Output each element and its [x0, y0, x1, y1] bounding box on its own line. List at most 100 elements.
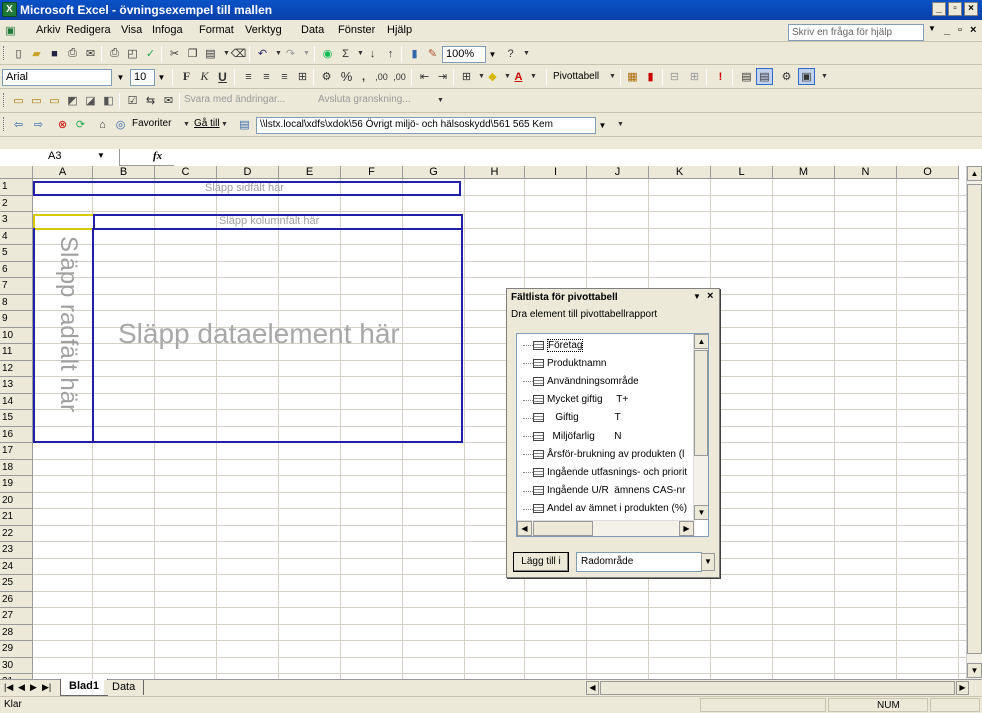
sort-descending-icon[interactable]: ↑ — [382, 45, 399, 62]
print-preview-icon[interactable]: ◰ — [124, 45, 141, 62]
row-header-5[interactable]: 5 — [0, 245, 33, 262]
column-header-m[interactable]: M — [773, 166, 835, 179]
drawing-icon[interactable]: ✎ — [424, 45, 441, 62]
new-comment-icon[interactable]: ▭ — [10, 92, 27, 109]
field-list-toggle-icon[interactable]: ▤ — [756, 68, 773, 85]
refresh-data-icon[interactable]: ! — [712, 68, 729, 85]
field-item[interactable]: Produktnamn — [523, 354, 606, 372]
field-item[interactable]: Miljöfarlig N — [523, 427, 621, 445]
font-dropdown-icon[interactable]: ▼ — [114, 69, 127, 86]
pivot-table-menu[interactable]: Pivottabell — [553, 71, 599, 82]
search-web-icon[interactable]: ◎ — [112, 116, 129, 133]
refresh-icon[interactable]: ⟳ — [72, 116, 89, 133]
column-header-h[interactable]: H — [465, 166, 525, 179]
field-list-box[interactable]: Företag Produktnamn Användningsområde Mycke… — [516, 333, 709, 537]
favorites-dropdown-icon[interactable]: ▼ — [178, 116, 195, 133]
menu-arkiv[interactable]: Arkiv — [36, 24, 60, 36]
pivot-chart-icon[interactable]: ▮ — [642, 68, 659, 85]
favorites-menu[interactable]: Favoriter — [132, 118, 171, 129]
send-icon[interactable]: ✉ — [160, 92, 177, 109]
first-sheet-icon[interactable]: |◀ — [4, 682, 13, 693]
row-header-2[interactable]: 2 — [0, 195, 33, 212]
open-icon[interactable]: ▰ — [28, 45, 45, 62]
scroll-up-icon[interactable]: ▲ — [967, 166, 982, 181]
field-item[interactable]: Ingående utfasnings- och priorit — [523, 463, 687, 481]
row-header-27[interactable]: 27 — [0, 608, 33, 625]
row-header-29[interactable]: 29 — [0, 641, 33, 658]
hscroll-left-icon[interactable]: ◀ — [586, 681, 599, 695]
hyperlink-icon[interactable]: ◉ — [319, 45, 336, 62]
column-header-a[interactable]: A — [33, 166, 93, 179]
page-field-drop-area[interactable]: Släpp sidfält här — [33, 181, 461, 196]
next-comment-icon[interactable]: ▭ — [46, 92, 63, 109]
close-button[interactable]: × — [964, 2, 978, 16]
help-search-input[interactable]: Skriv en fråga för hjälp — [788, 24, 924, 41]
home-icon[interactable]: ⌂ — [94, 116, 111, 133]
field-item[interactable]: Ingående U/R ämnens CAS-nr — [523, 482, 685, 500]
row-header-7[interactable]: 7 — [0, 278, 33, 295]
field-item[interactable]: Giftig T — [523, 409, 621, 427]
comma-style-button[interactable]: , — [355, 68, 372, 85]
back-icon[interactable]: ⇦ — [10, 116, 27, 133]
goto-dropdown-icon[interactable]: ▼ — [216, 116, 233, 133]
panel-menu-icon[interactable]: ▼ — [693, 292, 701, 301]
next-sheet-icon[interactable]: ▶ — [30, 682, 37, 693]
column-header-e[interactable]: E — [279, 166, 341, 179]
show-comment-icon[interactable]: ◩ — [64, 92, 81, 109]
underline-button[interactable]: U — [214, 68, 231, 85]
hide-detail-icon[interactable]: ⊟ — [666, 68, 683, 85]
table-options-icon[interactable]: ▤ — [738, 68, 755, 85]
menu-redigera[interactable]: Redigera — [66, 24, 111, 36]
row-header-4[interactable]: 4 — [0, 228, 33, 245]
format-report-icon[interactable]: ▦ — [624, 68, 641, 85]
task-icon[interactable]: ☑ — [124, 92, 141, 109]
zoom-field[interactable]: 100% — [442, 46, 486, 63]
menu-visa[interactable]: Visa — [121, 24, 142, 36]
data-drop-area[interactable]: Släpp dataelement här — [92, 228, 463, 443]
sheet-tab-blad1[interactable]: Blad1 — [60, 679, 108, 696]
hscroll-thumb[interactable] — [600, 681, 955, 695]
field-scroll-right-icon[interactable]: ▶ — [679, 521, 694, 536]
web-options-dropdown-icon[interactable]: ▼ — [612, 116, 629, 133]
font-size-dropdown-icon[interactable]: ▼ — [155, 69, 168, 86]
scroll-down-icon[interactable]: ▼ — [967, 663, 982, 678]
add-to-button[interactable]: Lägg till i — [513, 552, 569, 572]
new-icon[interactable]: ▯ — [10, 45, 27, 62]
reply-with-changes-button[interactable]: Svara med ändringar... — [184, 94, 285, 105]
formula-input[interactable] — [174, 149, 982, 166]
panel-close-icon[interactable]: × — [707, 290, 713, 302]
show-detail-icon[interactable]: ⊞ — [686, 68, 703, 85]
column-header-k[interactable]: K — [649, 166, 711, 179]
field-scroll-down-icon[interactable]: ▼ — [694, 505, 708, 520]
row-field-drop-area[interactable]: Släpp radfält här — [33, 228, 94, 443]
field-scroll-thumb[interactable] — [694, 350, 708, 456]
row-header-26[interactable]: 26 — [0, 591, 33, 608]
end-review-button[interactable]: Avsluta granskning... — [318, 94, 411, 105]
row-header-13[interactable]: 13 — [0, 377, 33, 394]
align-right-icon[interactable]: ≡ — [276, 68, 293, 85]
field-scroll-up-icon[interactable]: ▲ — [694, 334, 708, 349]
row-header-18[interactable]: 18 — [0, 459, 33, 476]
row-header-8[interactable]: 8 — [0, 294, 33, 311]
doc-restore-button[interactable]: ▫ — [958, 24, 962, 36]
row-header-12[interactable]: 12 — [0, 360, 33, 377]
menu-verktyg[interactable]: Verktyg — [245, 24, 282, 36]
toolbar-options-icon[interactable]: ▼ — [518, 45, 535, 62]
undo-icon[interactable]: ↶ — [254, 45, 271, 62]
permission-icon[interactable]: ⎙ — [64, 45, 81, 62]
address-dropdown-icon[interactable]: ▼ — [596, 117, 609, 134]
increase-decimal-button[interactable]: ,00 — [373, 68, 390, 85]
sort-ascending-icon[interactable]: ↓ — [364, 45, 381, 62]
row-header-23[interactable]: 23 — [0, 542, 33, 559]
column-header-f[interactable]: F — [341, 166, 403, 179]
menu-format[interactable]: Format — [199, 24, 234, 36]
print-icon[interactable]: ⎙ — [106, 45, 123, 62]
spelling-icon[interactable]: ✓ — [142, 45, 159, 62]
increase-indent-icon[interactable]: ⇥ — [434, 68, 451, 85]
decrease-indent-icon[interactable]: ⇤ — [416, 68, 433, 85]
area-select[interactable]: Radområde — [576, 552, 702, 572]
column-header-l[interactable]: L — [711, 166, 773, 179]
paste-icon[interactable]: ▤ — [202, 45, 219, 62]
field-item[interactable]: Företag — [523, 336, 584, 354]
column-header-b[interactable]: B — [93, 166, 155, 179]
